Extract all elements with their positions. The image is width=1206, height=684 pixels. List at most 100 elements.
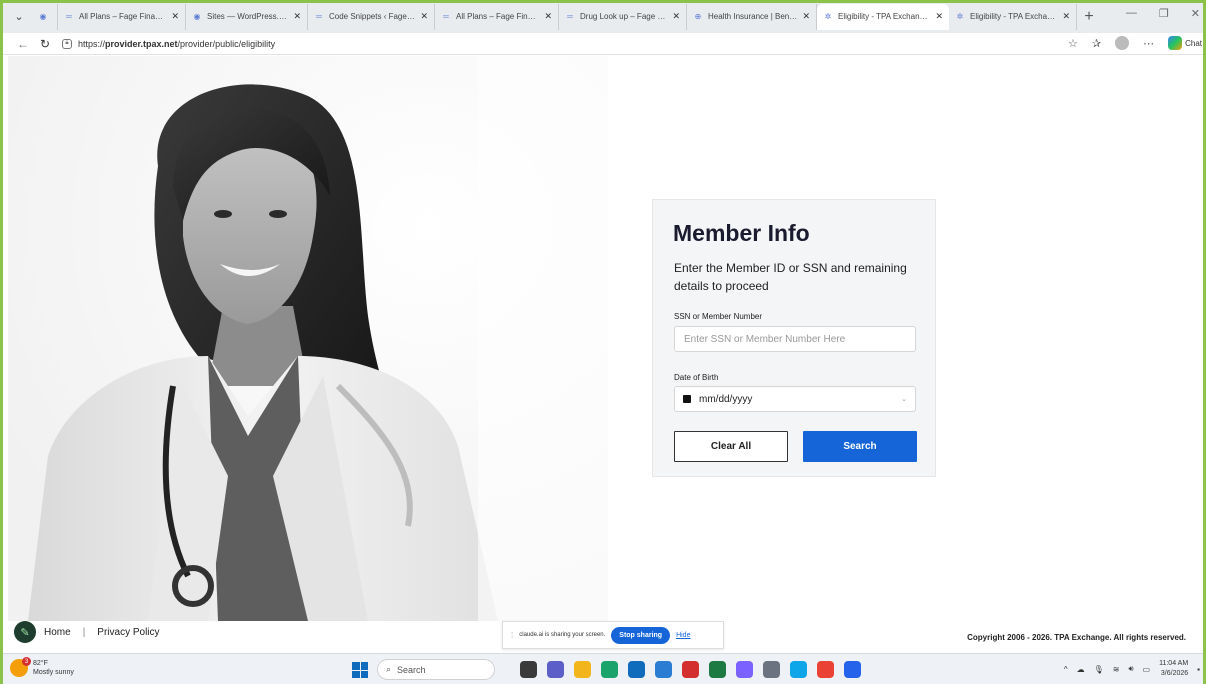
page-icon: ═ xyxy=(443,12,449,21)
search-button[interactable]: Search xyxy=(803,431,917,462)
windows-taskbar: 3 82°F Mostly sunny ⌕ Search ^ ☁ 🎙︎ ≋ 🔊︎ … xyxy=(0,653,1206,684)
tab-label: All Plans – Fage Financial xyxy=(456,12,540,21)
notification-icon[interactable]: ▪ xyxy=(1197,665,1200,674)
weather-condition: Mostly sunny xyxy=(33,669,74,676)
tab-close-icon[interactable]: ✕ xyxy=(672,11,680,22)
new-tab-button[interactable]: + xyxy=(1079,8,1099,26)
tab-label: Eligibility - TPA Exchange H xyxy=(970,12,1058,21)
eligibility-page: Member Info Enter the Member ID or SSN a… xyxy=(0,56,1206,653)
tab-list: ◉ ═ All Plans – Fage Financial ✕ ◉ Sites — Wo… xyxy=(32,3,1077,30)
browser-tab[interactable]: ═ All Plans – Fage Financial ✕ xyxy=(435,3,559,30)
tab-label: Eligibility - TPA Exchange H xyxy=(838,12,931,21)
browser-tab[interactable]: ◉ Sites — WordPress.com ✕ xyxy=(186,3,308,30)
tab-actions-chevron-icon[interactable]: ⌄ xyxy=(8,6,30,28)
wordpress-icon: ◉ xyxy=(39,12,47,21)
browser-tab-strip: ⌄ ◉ ═ All Plans – Fage Financial ✕ ◉ Sites — … xyxy=(0,0,1206,33)
tab-label: Health Insurance | Benefit xyxy=(708,12,798,21)
browser-toolbar-right: ☆ ✰ ⋯ Chat xyxy=(1068,36,1202,50)
clock[interactable]: 11:04 AM 3/6/2026 xyxy=(1159,659,1188,679)
url-host: provider.tpax.net xyxy=(105,38,178,49)
tab-close-icon[interactable]: ✕ xyxy=(544,11,552,22)
reload-icon[interactable]: ↻ xyxy=(34,37,56,51)
browser-tab[interactable]: ═ All Plans – Fage Financial ✕ xyxy=(58,3,186,30)
browser-tab[interactable]: ✲ Eligibility - TPA Exchange H ✕ xyxy=(817,3,949,30)
tab-close-icon[interactable]: ✕ xyxy=(935,11,943,22)
clock-date: 3/6/2026 xyxy=(1160,670,1189,677)
taskbar-search-label: Search xyxy=(397,664,426,675)
page-icon: ═ xyxy=(316,12,322,21)
tab-label: Code Snippets ‹ Fage Finan xyxy=(329,12,416,21)
favorite-star-icon[interactable]: ☆ xyxy=(1068,37,1078,50)
address-bar: ← ↻ 🔒︎ https://provider.tpax.net/provide… xyxy=(0,33,1206,55)
ssn-input[interactable] xyxy=(674,326,916,352)
url-path: /provider/public/eligibility xyxy=(177,38,276,49)
tab-close-icon[interactable]: ✕ xyxy=(293,11,301,22)
globe-icon: ⊕ xyxy=(694,12,702,21)
drag-handle-icon[interactable]: ⁞ xyxy=(511,631,513,640)
browser-tab[interactable]: ✲ Eligibility - TPA Exchange H ✕ xyxy=(949,3,1077,30)
calendar-icon xyxy=(683,395,691,403)
profile-avatar[interactable] xyxy=(1115,36,1130,50)
file-explorer-icon[interactable] xyxy=(574,661,591,678)
restore-icon[interactable]: ❐ xyxy=(1159,7,1169,20)
browser-tab[interactable]: ═ Drug Look up – Fage Finan ✕ xyxy=(559,3,687,30)
minimize-icon[interactable]: — xyxy=(1126,7,1137,20)
footer-privacy-link[interactable]: Privacy Policy xyxy=(97,627,159,638)
store-icon[interactable] xyxy=(655,661,672,678)
copilot-chat-button[interactable]: Chat xyxy=(1168,36,1202,50)
stop-sharing-button[interactable]: Stop sharing xyxy=(611,626,671,644)
tpa-icon: ✲ xyxy=(956,12,964,21)
edit-pencil-icon[interactable]: ✎ xyxy=(14,621,36,643)
close-window-icon[interactable]: ✕ xyxy=(1191,7,1200,20)
hide-share-link[interactable]: Hide xyxy=(676,632,690,639)
taskbar-search[interactable]: ⌕ Search xyxy=(377,659,495,680)
clear-all-button[interactable]: Clear All xyxy=(674,431,788,462)
tab-close-icon[interactable]: ✕ xyxy=(171,11,179,22)
ssn-label: SSN or Member Number xyxy=(674,312,763,321)
volume-icon[interactable]: 🔊︎ xyxy=(1128,664,1133,674)
url-field[interactable]: 🔒︎ https://provider.tpax.net/provider/pu… xyxy=(62,38,276,49)
copilot-icon xyxy=(1168,36,1183,50)
share-message: claude.ai is sharing your screen. xyxy=(519,632,606,638)
phone-link-icon[interactable] xyxy=(790,661,807,678)
excel-icon[interactable] xyxy=(709,661,726,678)
dob-field[interactable]: mm/dd/yyyy ⌄ xyxy=(674,386,916,412)
favorites-list-icon[interactable]: ✰ xyxy=(1092,37,1101,50)
browser-tab[interactable]: ═ Code Snippets ‹ Fage Finan ✕ xyxy=(308,3,435,30)
chevron-up-icon[interactable]: ^ xyxy=(1064,665,1068,674)
zoom-icon[interactable] xyxy=(844,661,861,678)
onedrive-icon[interactable]: ☁ xyxy=(1077,665,1085,674)
tab-close-icon[interactable]: ✕ xyxy=(802,11,810,22)
pdf-icon[interactable] xyxy=(682,661,699,678)
task-view-icon[interactable] xyxy=(520,661,537,678)
tab-close-icon[interactable]: ✕ xyxy=(1062,11,1070,22)
outlook-icon[interactable] xyxy=(628,661,645,678)
chevron-down-icon[interactable]: ⌄ xyxy=(901,395,907,403)
battery-icon[interactable]: ▭ xyxy=(1143,665,1151,674)
chrome-icon[interactable] xyxy=(817,661,834,678)
teams-icon[interactable] xyxy=(547,661,564,678)
edge-icon[interactable] xyxy=(601,661,618,678)
microphone-icon[interactable]: 🎙︎ xyxy=(1094,665,1104,674)
wifi-icon[interactable]: ≋ xyxy=(1113,665,1120,674)
copyright-text: Copyright 2006 - 2026. TPA Exchange. All… xyxy=(967,633,1186,642)
browser-tab[interactable]: ⊕ Health Insurance | Benefit ✕ xyxy=(687,3,817,30)
taskbar-apps xyxy=(520,661,861,678)
back-arrow-icon[interactable]: ← xyxy=(12,37,34,51)
footer-separator: | xyxy=(82,626,86,638)
app-icon[interactable] xyxy=(736,661,753,678)
member-info-card: Member Info Enter the Member ID or SSN a… xyxy=(652,199,936,477)
settings-icon[interactable] xyxy=(763,661,780,678)
tab-label: All Plans – Fage Financial xyxy=(79,12,167,21)
weather-badge: 3 xyxy=(22,657,31,666)
clock-time: 11:04 AM xyxy=(1159,660,1189,667)
footer-home-link[interactable]: Home xyxy=(44,627,71,638)
url-prefix: https:// xyxy=(78,38,106,49)
browser-tab[interactable]: ◉ xyxy=(32,3,58,30)
dob-value: mm/dd/yyyy xyxy=(699,393,753,405)
more-options-icon[interactable]: ⋯ xyxy=(1143,37,1154,50)
chat-label: Chat xyxy=(1185,38,1202,48)
windows-start-icon[interactable] xyxy=(352,662,368,678)
tab-close-icon[interactable]: ✕ xyxy=(420,11,428,22)
weather-widget[interactable]: 3 82°F Mostly sunny xyxy=(10,657,74,677)
